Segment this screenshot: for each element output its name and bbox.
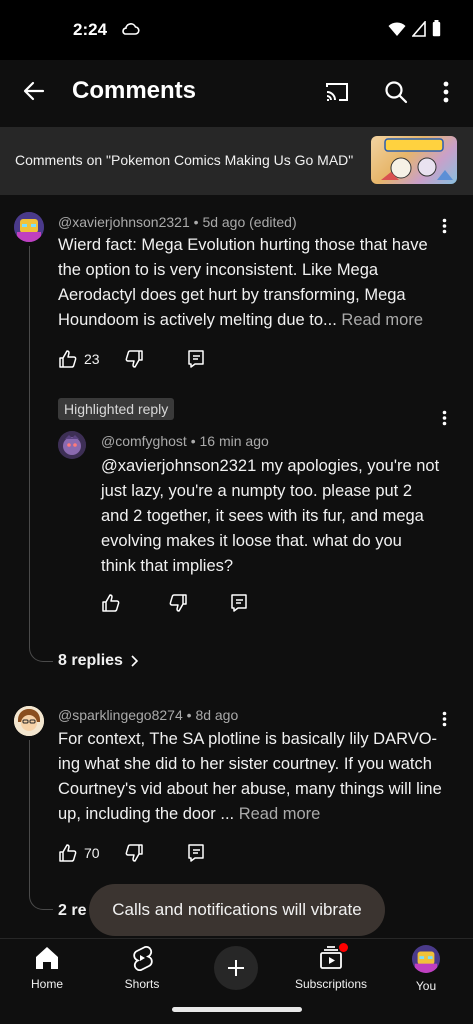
video-context-banner[interactable]: Comments on "Pokemon Comics Making Us Go…: [0, 127, 473, 195]
reply-dislike-button[interactable]: [168, 593, 188, 613]
thread-curve: [29, 888, 53, 910]
nav-home-label: Home: [30, 977, 63, 991]
like-button[interactable]: 23: [58, 349, 100, 369]
comment-author[interactable]: @sparklingego8274: [58, 707, 183, 723]
comment-text: For context, The SA plotline is basicall…: [58, 730, 442, 823]
comment-author[interactable]: @xavierjohnson2321: [58, 214, 190, 230]
thumbs-up-icon: [102, 594, 120, 612]
status-icons: [388, 19, 441, 42]
nav-you[interactable]: You: [381, 945, 471, 993]
comment-age: 5d ago (edited): [202, 214, 297, 230]
thread-curve: [29, 640, 53, 662]
reply-avatar[interactable]: [58, 431, 86, 459]
nav-shorts-label: Shorts: [124, 977, 160, 991]
status-bar: 2:24: [0, 0, 473, 60]
comment-age: 8d ago: [195, 707, 239, 723]
thumbs-down-icon: [125, 844, 143, 862]
more-vert-icon[interactable]: [429, 75, 463, 109]
reply-icon: [188, 350, 204, 368]
comment-text: Wierd fact: Mega Evolution hurting those…: [58, 236, 428, 329]
nav-subscriptions[interactable]: Subscriptions: [286, 943, 376, 991]
wifi-icon: [388, 21, 406, 42]
reply-age: 16 min ago: [199, 433, 269, 449]
reply-meta: @comfyghost • 16 min ago: [101, 433, 269, 449]
thumbs-up-icon: [59, 350, 77, 368]
page-title: Comments: [72, 77, 197, 104]
replies-count: 2 re: [58, 902, 87, 919]
like-count: 70: [84, 845, 100, 861]
reply-author[interactable]: @comfyghost: [101, 433, 187, 449]
nav-home[interactable]: Home: [2, 945, 92, 991]
status-time: 2:24: [73, 20, 108, 39]
reply-button[interactable]: [186, 843, 206, 863]
reply-more-icon[interactable]: [434, 406, 454, 430]
reply-text: @xavierjohnson2321 my apologies, you're …: [101, 457, 440, 575]
nav-shorts[interactable]: Shorts: [97, 945, 187, 991]
like-count: 23: [84, 351, 100, 367]
battery-icon: [432, 20, 441, 42]
reply-reply-button[interactable]: [229, 593, 249, 613]
signal-icon: [411, 19, 426, 42]
app-bar: Comments: [0, 60, 473, 126]
dislike-button[interactable]: [124, 349, 144, 369]
reply-like-button[interactable]: [101, 593, 121, 613]
chevron-right-icon: [131, 655, 139, 667]
view-replies-link[interactable]: 2 re: [58, 902, 86, 920]
toast-message: Calls and notifications will vibrate: [89, 884, 385, 936]
highlighted-reply-badge: Highlighted reply: [58, 398, 175, 420]
avatar[interactable]: [14, 212, 44, 242]
read-more-link[interactable]: Read more: [341, 311, 423, 329]
gesture-home-indicator[interactable]: [172, 1007, 302, 1012]
profile-avatar: [412, 945, 440, 973]
thumbs-down-icon: [169, 594, 187, 612]
create-button[interactable]: [214, 946, 258, 990]
thread-line: [29, 740, 30, 890]
read-more-link[interactable]: Read more: [239, 805, 321, 823]
nav-subscriptions-label: Subscriptions: [294, 977, 368, 991]
reply-icon: [188, 844, 204, 862]
home-icon: [36, 947, 58, 969]
comment-meta: @xavierjohnson2321 • 5d ago (edited): [58, 214, 297, 230]
notification-dot: [339, 943, 348, 952]
thumbs-up-icon: [59, 844, 77, 862]
avatar[interactable]: [14, 706, 44, 736]
replies-count: 8 replies: [58, 652, 123, 669]
cloud-icon: [120, 21, 140, 42]
video-title: Comments on "Pokemon Comics Making Us Go…: [15, 152, 354, 168]
like-button[interactable]: 70: [58, 843, 100, 863]
nav-you-label: You: [415, 979, 437, 993]
video-thumbnail[interactable]: [371, 136, 457, 184]
view-replies-link[interactable]: 8 replies: [58, 652, 139, 670]
dislike-button[interactable]: [124, 843, 144, 863]
comment-meta: @sparklingego8274 • 8d ago: [58, 707, 239, 723]
thread-line: [29, 246, 30, 644]
back-arrow-icon[interactable]: [18, 75, 50, 107]
thumbs-down-icon: [125, 350, 143, 368]
reply-button[interactable]: [186, 349, 206, 369]
search-icon[interactable]: [379, 75, 413, 109]
reply-icon: [231, 594, 247, 612]
plus-icon: [228, 960, 244, 976]
cast-icon[interactable]: [320, 75, 354, 109]
shorts-icon: [133, 945, 153, 971]
